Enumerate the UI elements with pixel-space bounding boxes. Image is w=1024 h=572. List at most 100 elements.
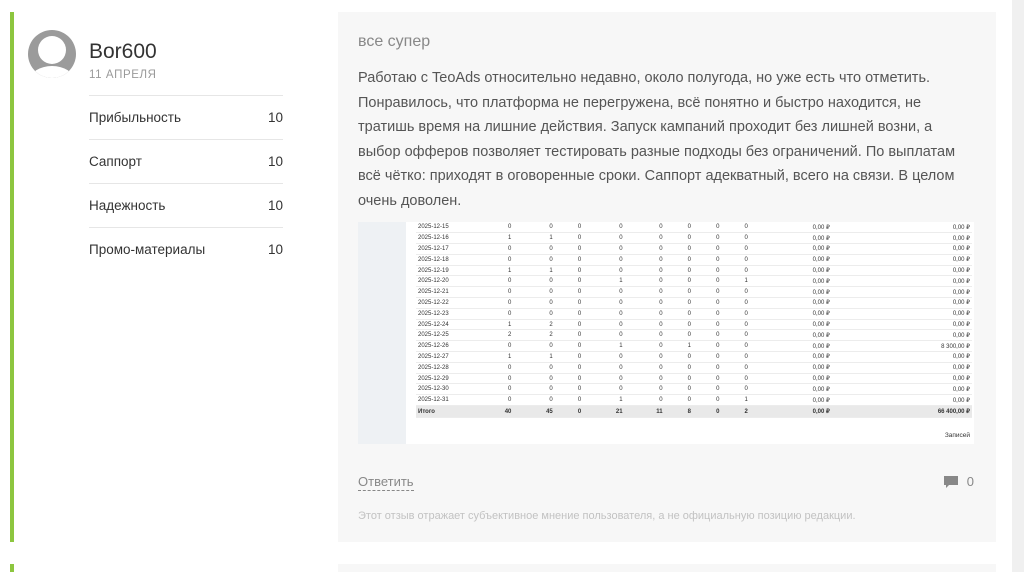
table-cell: 0 (693, 308, 722, 320)
table-cell: 1 (513, 351, 555, 363)
review-card: Bor600 11 АПРЕЛЯ Прибыльность 10 Саппорт… (10, 12, 996, 542)
table-cell: 0 (583, 383, 625, 396)
table-cell: 0,00 ₽ (831, 286, 972, 299)
table-cell: 0 (624, 254, 665, 266)
table-cell: 0 (554, 265, 584, 277)
table-cell: 0 (721, 222, 750, 234)
table-cell: 0 (472, 373, 514, 385)
table-cell: 0,00 ₽ (831, 222, 972, 234)
review-text: Работаю с TeoAds относительно недавно, о… (358, 70, 956, 209)
table-cell: 1 (472, 319, 514, 331)
table-row: 2025-12-20 0 0 0 1 0 0 0 1 0,00 ₽0,00 ₽ (416, 275, 972, 288)
table-cell: 0 (693, 394, 722, 407)
table-cell: 0 (664, 243, 694, 255)
table-cell: 0,00 ₽ (831, 243, 972, 255)
table-cell-date: 2025-12-26 (416, 340, 472, 353)
table-cell: 0 (624, 297, 665, 309)
scrollbar-track[interactable] (1012, 0, 1024, 572)
table-cell: 0 (624, 373, 665, 385)
table-cell: 0 (693, 265, 722, 277)
rating-value: 10 (267, 154, 283, 169)
table-cell: 66 400,00 ₽ (831, 405, 972, 419)
table-cell: 0,00 ₽ (831, 373, 972, 385)
rating-value: 10 (267, 110, 283, 125)
table-row: 2025-12-21 0 0 0 0 0 0 0 0 0,00 ₽0,00 ₽ (416, 286, 972, 299)
table-total-row: Итого 40 45 0 21 11 8 0 2 0,00 ₽66 400,00 ₽ (416, 405, 972, 419)
review-author-panel: Bor600 11 АПРЕЛЯ Прибыльность 10 Саппорт… (24, 12, 290, 542)
table-cell: 1 (472, 232, 514, 245)
table-cell: 0 (624, 232, 665, 245)
table-cell: 0 (583, 308, 625, 320)
table-cell: 0 (664, 265, 694, 277)
table-row: 2025-12-27 1 1 0 0 0 0 0 0 0,00 ₽0,00 ₽ (416, 351, 972, 363)
table-row: 2025-12-19 1 1 0 0 0 0 0 0 0,00 ₽0,00 ₽ (416, 265, 972, 277)
stats-table: 2025-12-15 0 0 0 0 0 0 0 0 0,00 ₽0,00 ₽2025-12-16… (416, 222, 972, 419)
table-cell: 0,00 ₽ (749, 308, 832, 320)
table-cell: 1 (472, 351, 514, 363)
table-cell: 0 (513, 383, 555, 396)
table-cell: 0 (664, 351, 694, 363)
table-cell: 0 (554, 286, 584, 299)
table-cell: 0 (624, 394, 665, 407)
review-disclaimer: Этот отзыв отражает субъективное мнение … (358, 510, 856, 522)
table-cell-date: 2025-12-30 (416, 383, 472, 396)
avatar (28, 30, 76, 78)
table-cell: 0 (721, 232, 750, 245)
table-cell: 0 (624, 362, 665, 374)
table-cell: 0 (513, 243, 555, 255)
table-cell: 0 (693, 232, 722, 245)
table-cell: 0 (513, 297, 555, 309)
table-cell: 40 (472, 405, 514, 419)
table-cell: 0,00 ₽ (749, 329, 832, 342)
table-cell: 0 (472, 254, 514, 266)
table-cell: 1 (513, 265, 555, 277)
table-cell-date: 2025-12-23 (416, 308, 472, 320)
table-cell-date: 2025-12-19 (416, 265, 472, 277)
table-cell: 0 (583, 373, 625, 385)
table-cell: 0 (513, 373, 555, 385)
table-cell: 0,00 ₽ (749, 232, 832, 245)
table-cell: 0 (693, 373, 722, 385)
table-cell-date: 2025-12-15 (416, 222, 472, 234)
table-cell: 0 (693, 319, 722, 331)
table-cell: 0,00 ₽ (749, 265, 832, 277)
table-cell: 0 (472, 286, 514, 299)
next-review-card (10, 560, 996, 572)
table-cell: 0 (554, 362, 584, 374)
rating-row-promo: Промо-материалы 10 (89, 227, 283, 271)
table-cell: 0 (472, 340, 514, 353)
rating-label: Саппорт (89, 154, 142, 169)
table-cell: 0,00 ₽ (831, 383, 972, 396)
table-cell: 45 (513, 405, 555, 419)
table-cell: 0 (554, 232, 584, 245)
table-cell: 0 (664, 362, 694, 374)
table-cell: 0 (472, 394, 514, 407)
table-cell: 0 (664, 319, 694, 331)
table-row: 2025-12-29 0 0 0 0 0 0 0 0 0,00 ₽0,00 ₽ (416, 373, 972, 385)
table-cell: 0 (513, 394, 555, 407)
comments-counter[interactable]: 0 (943, 474, 974, 489)
reply-link[interactable]: Ответить (358, 474, 414, 491)
table-cell: 0,00 ₽ (831, 308, 972, 320)
stats-table-body: 2025-12-15 0 0 0 0 0 0 0 0 0,00 ₽0,00 ₽2025-12-16… (416, 222, 972, 419)
table-cell: 0 (554, 373, 584, 385)
table-cell: 0 (513, 222, 555, 234)
table-cell: 0 (583, 319, 625, 331)
table-cell: 0 (624, 222, 665, 234)
table-cell: 0 (583, 351, 625, 363)
table-cell: 0 (624, 243, 665, 255)
table-cell: 0,00 ₽ (749, 275, 832, 288)
table-cell: 8 (664, 405, 694, 419)
user-silhouette-icon (38, 36, 66, 64)
table-cell: 0 (721, 383, 750, 396)
attached-screenshot[interactable]: 2025-12-15 0 0 0 0 0 0 0 0 0,00 ₽0,00 ₽2025-12-16… (358, 222, 974, 444)
table-cell: 2 (513, 319, 555, 331)
table-cell: 0,00 ₽ (749, 222, 832, 234)
table-cell: 0 (554, 243, 584, 255)
review-content: все супер Работаю с TeoAds относительно … (338, 12, 996, 542)
table-cell: 1 (583, 340, 625, 353)
table-cell-date: 2025-12-16 (416, 232, 472, 245)
table-cell: 0,00 ₽ (831, 265, 972, 277)
table-cell: 0 (554, 405, 584, 419)
table-cell: 0 (693, 329, 722, 342)
